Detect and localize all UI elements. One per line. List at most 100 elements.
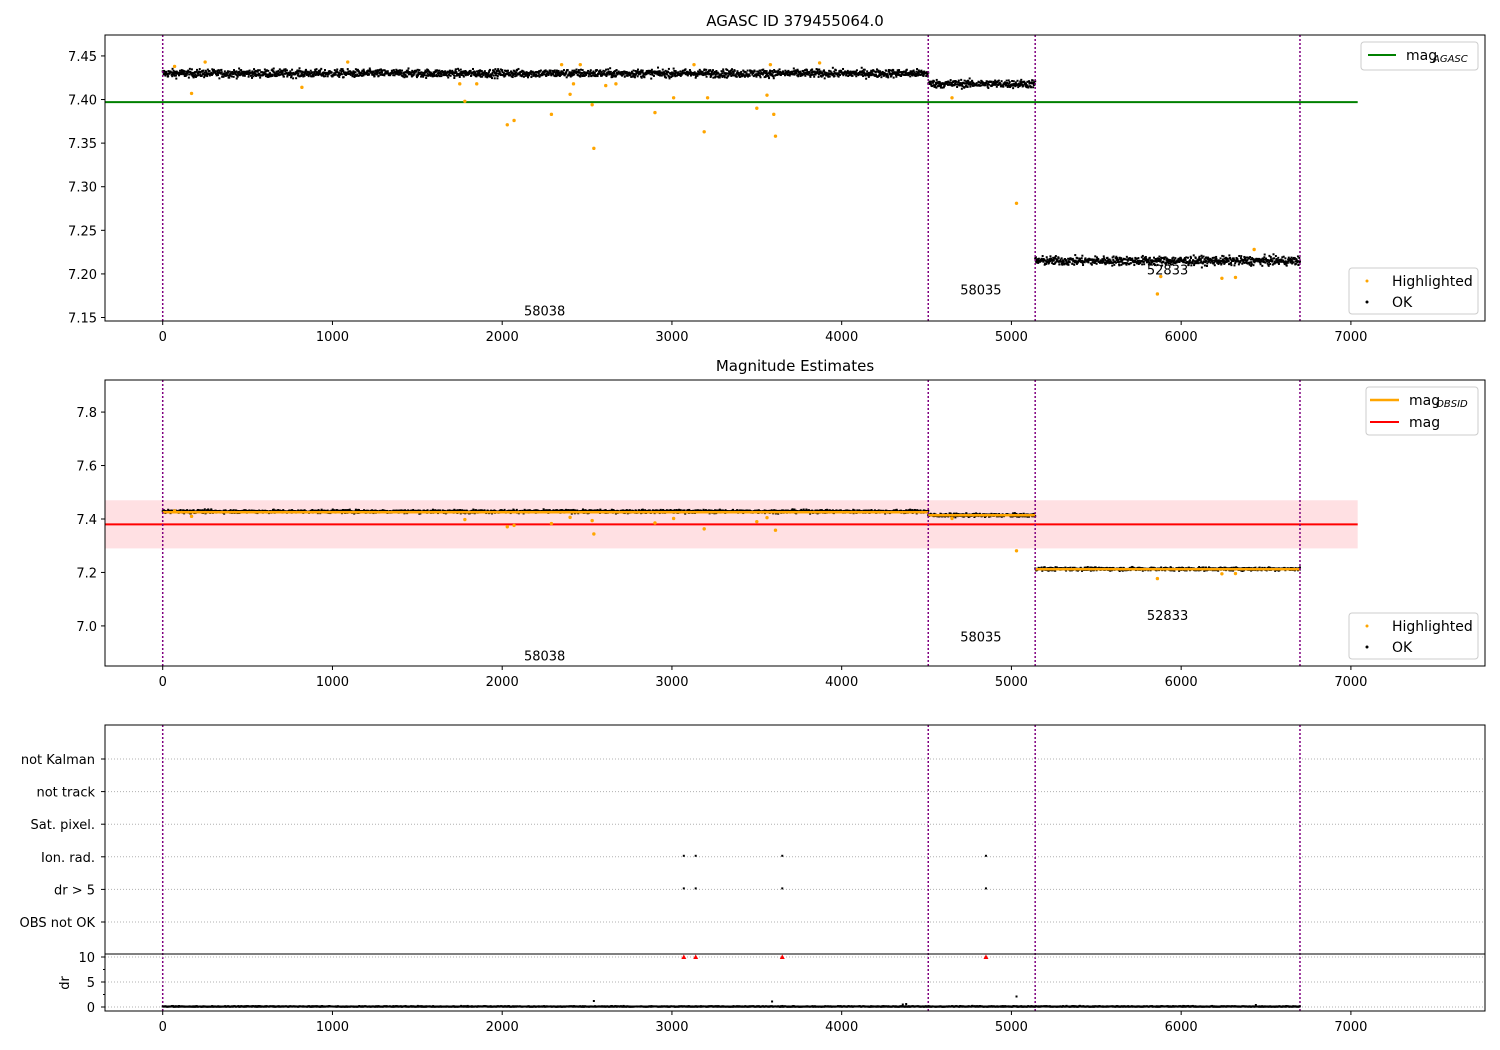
ok-point [995,85,998,88]
ok-point [298,67,301,70]
ok-point [1271,260,1274,263]
highlighted-point [705,96,710,100]
ok-point [497,68,500,71]
ok-point [817,75,820,78]
ok-point [587,69,590,72]
ok-point [511,76,514,79]
ok-point [346,68,349,71]
ok-point [455,71,458,74]
ok-point [984,84,987,87]
highlighted-point [1014,201,1019,205]
ok-point [238,67,241,70]
ok-point [1008,81,1011,84]
ok-point [483,70,486,73]
y-tick-label: 7.25 [68,224,97,239]
y-tick-label: 7.30 [68,181,97,196]
ok-point [1194,257,1197,260]
ok-point [772,77,775,80]
ok-point [718,76,721,79]
x-tick-label: 4000 [825,330,858,345]
ok-point [320,67,323,70]
ok-legend-label: OK [1392,295,1413,311]
ok-point [1186,256,1189,259]
ok-point [1112,255,1115,258]
ok-point [506,69,509,72]
highlighted-point [549,112,554,117]
ok-point [575,68,578,71]
highlighted-point [568,92,572,96]
ok-point [566,69,569,72]
ok-point [1045,256,1048,259]
ok-point [472,508,475,511]
ok-point [948,81,951,84]
ok-point [1049,255,1052,258]
ok-point [994,83,997,86]
ok-point [1148,256,1151,259]
ok-point [1232,257,1235,260]
ok-point [935,78,938,81]
highlighted-point [172,64,177,69]
ok-point [721,72,724,75]
ok-point [341,68,344,71]
ok-point [413,72,416,75]
ok-point [526,76,529,79]
ok-point [1090,263,1093,266]
ok-point [1200,260,1203,263]
highlighted-point [755,106,759,110]
ok-point [285,69,288,72]
ok-point [778,68,781,71]
ok-point [323,69,326,72]
ok-point [472,67,474,70]
ok-point [198,68,201,71]
ok-point [838,74,841,77]
ok-point [969,85,972,88]
ok-point [530,76,533,79]
ok-point [469,69,472,72]
ok-point [368,67,371,70]
ok-point [1058,263,1061,266]
ok-point [955,80,958,83]
ok-point [228,76,231,79]
ok-point [324,75,327,78]
ok-point [808,72,811,75]
ok-point [1298,256,1301,259]
ok-point [960,78,963,81]
ok-point [468,72,471,75]
ok-point [1197,262,1200,265]
highlighted-point [614,82,618,86]
ok-point [613,72,616,75]
figure: AGASC ID 379455064.0 580385803552833 0 10… [0,0,1500,1050]
ok-point [517,67,520,70]
ok-point [1203,264,1206,267]
ok-point [732,71,735,74]
ok-point [595,69,598,72]
ok-point [1113,263,1116,266]
ok-point [1173,259,1176,262]
ok-point [303,74,306,77]
ok-point [304,68,307,71]
ok-point [1277,262,1280,265]
ok-point [1095,262,1098,265]
ok-point [243,74,246,77]
observation-label: 58038 [524,305,565,320]
ok-point [956,85,959,88]
y-tick-label: 7.40 [68,94,97,109]
ok-point [1250,261,1253,264]
ok-point [501,69,504,72]
ok-point [196,68,198,71]
y-tick-label: 7.15 [68,312,97,327]
ok-point [636,75,639,78]
ok-point [1192,254,1195,257]
ok-point [667,67,670,70]
ok-point [759,69,762,72]
ok-point [496,75,499,78]
ok-point [297,72,300,75]
ok-point [1082,264,1085,267]
ok-point [987,87,990,90]
ok-point [1159,258,1162,261]
ok-point [1032,86,1035,89]
ok-point [688,69,691,72]
ok-point [759,76,762,79]
highlighted-point [475,82,479,86]
ok-point [761,73,764,76]
